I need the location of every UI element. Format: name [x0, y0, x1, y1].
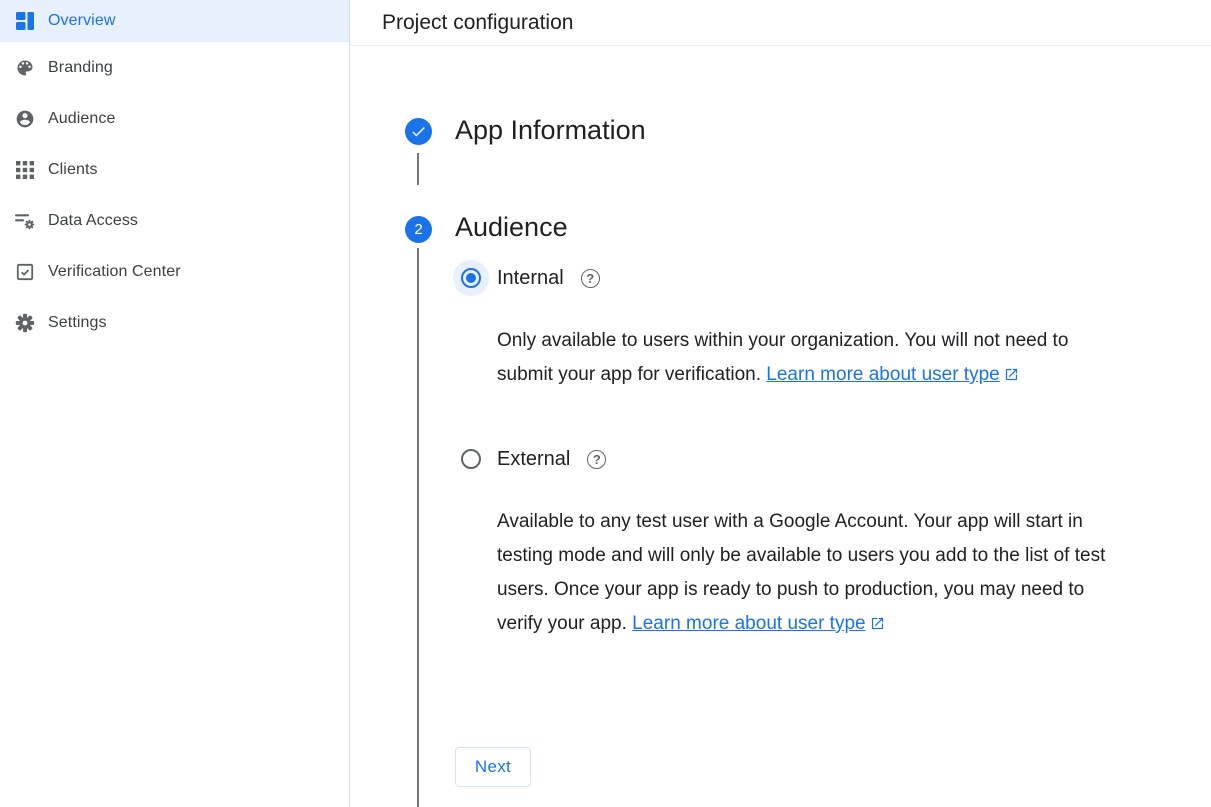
external-radio-label[interactable]: External	[497, 448, 570, 471]
next-button[interactable]: Next	[455, 747, 531, 787]
check-icon	[410, 123, 427, 140]
internal-help-icon[interactable]: ?	[581, 269, 600, 288]
sidebar-item-label: Settings	[48, 314, 107, 332]
sidebar-item-audience[interactable]: Audience	[0, 93, 349, 144]
sidebar-item-overview[interactable]: Overview	[0, 0, 349, 42]
internal-radio-label[interactable]: Internal	[497, 267, 564, 290]
data-access-icon	[15, 211, 35, 231]
sidebar-item-label: Overview	[48, 12, 115, 30]
external-learn-more-link[interactable]: Learn more about user type	[632, 613, 884, 634]
sidebar-item-clients[interactable]: Clients	[0, 144, 349, 195]
sidebar-item-label: Clients	[48, 161, 98, 179]
verification-icon	[15, 262, 35, 282]
external-radio[interactable]	[453, 441, 489, 477]
sidebar-item-label: Data Access	[48, 212, 138, 230]
step-1-complete-badge	[405, 118, 432, 145]
open-in-new-icon	[870, 616, 885, 631]
stepper-connector-tick	[417, 153, 419, 185]
external-help-icon[interactable]: ?	[587, 450, 606, 469]
radio-option-internal: Internal ?	[453, 260, 600, 296]
sidebar-item-verification-center[interactable]: Verification Center	[0, 246, 349, 297]
step-1-title: App Information	[455, 115, 646, 146]
radio-option-external: External ?	[453, 441, 606, 477]
stepper-connector-line	[417, 248, 419, 807]
external-description: Available to any test user with a Google…	[497, 505, 1127, 641]
step-2-number-badge: 2	[405, 216, 432, 243]
internal-learn-more-link[interactable]: Learn more about user type	[766, 364, 1018, 385]
external-learn-more-label: Learn more about user type	[632, 613, 865, 634]
sidebar-item-data-access[interactable]: Data Access	[0, 195, 349, 246]
content-header: Project configuration	[350, 0, 1211, 46]
settings-gear-icon	[15, 313, 35, 333]
page-title: Project configuration	[382, 11, 573, 35]
internal-learn-more-label: Learn more about user type	[766, 364, 999, 385]
sidebar-item-label: Audience	[48, 110, 116, 128]
step-2-title: Audience	[455, 212, 568, 243]
dashboard-icon	[15, 11, 35, 31]
account-icon	[15, 109, 35, 129]
sidebar-item-branding[interactable]: Branding	[0, 42, 349, 93]
open-in-new-icon	[1004, 367, 1019, 382]
apps-grid-icon	[15, 160, 35, 180]
internal-radio[interactable]	[453, 260, 489, 296]
sidebar: Overview Branding Audience	[0, 0, 350, 807]
internal-description: Only available to users within your orga…	[497, 324, 1104, 392]
sidebar-item-label: Verification Center	[48, 263, 181, 281]
palette-icon	[15, 58, 35, 78]
step-2-number: 2	[414, 221, 422, 238]
project-configuration-page: Overview Branding Audience	[0, 0, 1211, 807]
sidebar-item-label: Branding	[48, 59, 113, 77]
sidebar-item-settings[interactable]: Settings	[0, 297, 349, 348]
